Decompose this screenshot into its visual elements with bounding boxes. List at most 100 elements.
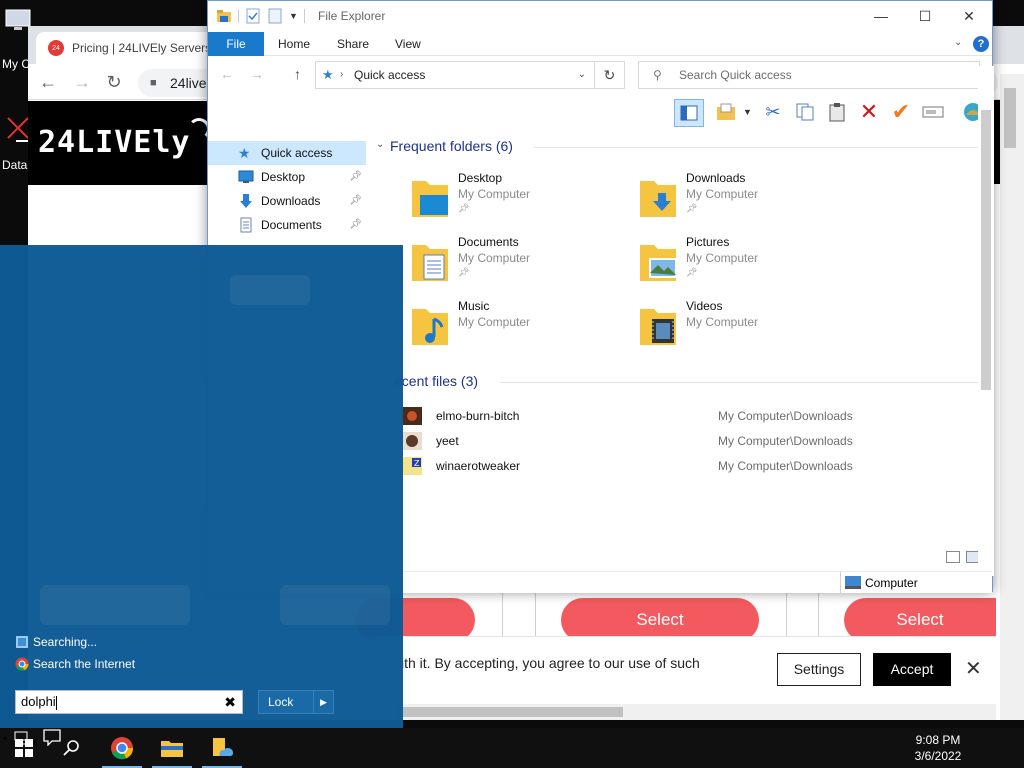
sidebar-item-label: Downloads [261, 194, 321, 208]
file-name: yeet [436, 434, 459, 448]
taskbar-file-explorer[interactable] [148, 728, 196, 768]
content-scrollbar[interactable] [978, 66, 994, 576]
close-button[interactable]: ✕ [946, 5, 992, 27]
address-text: Quick access [354, 68, 426, 82]
check-icon[interactable]: ✔ [888, 99, 914, 125]
collapse-icon[interactable]: ⌄ [376, 139, 384, 150]
file-path: My Computer\Downloads [718, 459, 853, 473]
delete-icon[interactable]: ✕ [856, 99, 882, 125]
help-icon[interactable]: ? [973, 36, 989, 52]
pricing-row: Select Select [355, 592, 996, 642]
sidebar-item-label: Documents [261, 218, 322, 232]
cut-icon[interactable]: ✂ [760, 99, 786, 125]
file-name: elmo-burn-bitch [436, 409, 520, 423]
folder-location: My Computer [458, 251, 531, 265]
scroll-thumb[interactable] [1004, 88, 1016, 148]
search-button[interactable] [48, 728, 96, 768]
cookie-settings-button[interactable]: Settings [777, 653, 861, 686]
rename-icon[interactable] [920, 99, 946, 125]
folder-tile-videos[interactable]: Videos My Computer [638, 299, 858, 359]
cookie-text: ith it. By accepting, you agree to our u… [401, 655, 700, 671]
folder-location: My Computer [686, 251, 759, 265]
recent-file-row[interactable]: elmo-burn-bitch My Computer\Downloads [402, 405, 982, 427]
folder-tile-pictures[interactable]: Pictures My Computer 📌︎ [638, 235, 858, 295]
reload-icon[interactable]: ↻ [104, 72, 124, 92]
copy-icon[interactable] [792, 99, 818, 125]
pictures-folder-icon [640, 245, 677, 281]
chevron-right-icon[interactable]: ▶ [313, 691, 333, 713]
cookie-accept-button[interactable]: Accept [873, 653, 951, 686]
forward-icon[interactable]: → [72, 72, 92, 92]
back-icon[interactable]: ← [220, 66, 234, 82]
scroll-thumb[interactable] [395, 707, 623, 717]
searching-status: Searching... [15, 635, 97, 649]
lock-button[interactable]: Lock ▶ [258, 690, 334, 714]
tab-title: Pricing | 24LIVEly Servers [72, 41, 212, 55]
refresh-button[interactable]: ↻ [594, 61, 625, 89]
taskbar-app[interactable] [198, 728, 246, 768]
site-logo[interactable]: 24LIVEly [28, 101, 210, 185]
folder-location: My Computer [686, 315, 759, 329]
sidebar-item-downloads[interactable]: Downloads 📌︎ [208, 189, 366, 213]
maximize-button[interactable]: ☐ [902, 5, 948, 27]
blurred-content [280, 585, 390, 625]
folder-tile-downloads[interactable]: Downloads My Computer 📌︎ [638, 171, 858, 231]
recent-files-heading[interactable]: ecent files (3) [394, 373, 478, 389]
folder-icon[interactable] [216, 8, 232, 24]
chevron-down-icon[interactable]: ▼ [743, 107, 752, 117]
file-name: winaerotweaker [436, 459, 521, 473]
expand-ribbon-icon[interactable]: ⌄ [954, 37, 962, 48]
chevron-down-icon[interactable]: ⌄ [578, 62, 586, 88]
pin-icon[interactable]: 📌︎ [349, 189, 362, 213]
ribbon-tabs: File Home Share View ⌄ ? [208, 32, 992, 56]
tab-view[interactable]: View [395, 32, 421, 56]
chevron-down-icon[interactable]: ▼ [289, 11, 298, 21]
chrome-tab[interactable]: 24 Pricing | 24LIVEly Servers [36, 32, 222, 64]
search-query: dolphi [21, 694, 56, 709]
search-input[interactable]: ⚲ Search Quick access [638, 61, 980, 89]
chrome-icon [111, 737, 134, 760]
minimize-button[interactable]: — [858, 5, 904, 27]
videos-folder-icon [640, 309, 676, 345]
details-view-icon[interactable] [946, 551, 960, 563]
search-internet-item[interactable]: Search the Internet [15, 657, 135, 671]
paste-icon[interactable] [824, 99, 850, 125]
pin-icon[interactable]: 📌︎ [349, 165, 362, 189]
searching-label: Searching... [33, 635, 98, 649]
tab-share[interactable]: Share [337, 32, 369, 56]
up-icon[interactable]: ↑ [294, 66, 301, 82]
address-bar[interactable]: ★ › Quick access ⌄ [315, 61, 595, 89]
star-icon: ★ [238, 145, 251, 161]
system-clock[interactable]: 9:08 PM 3/6/2022 [908, 732, 968, 764]
scroll-thumb[interactable] [981, 110, 991, 390]
folder-tile-desktop[interactable]: Desktop My Computer 📌︎ [410, 171, 630, 231]
start-search-input[interactable]: dolphi ✖ [15, 690, 243, 714]
frequent-folders-heading[interactable]: Frequent folders (6) [390, 138, 513, 154]
sidebar-item-desktop[interactable]: Desktop 📌︎ [208, 165, 366, 189]
back-icon[interactable]: ← [38, 72, 58, 92]
folder-tile-music[interactable]: Music My Computer [410, 299, 630, 359]
horizontal-scrollbar[interactable] [375, 704, 996, 720]
folder-name: Pictures [686, 235, 730, 249]
folder-tile-documents[interactable]: Documents My Computer 📌︎ [410, 235, 630, 295]
start-button[interactable] [0, 728, 48, 768]
properties-icon[interactable] [245, 8, 261, 24]
layout-button[interactable] [713, 99, 739, 125]
sidebar-item-quick-access[interactable]: ★ Quick access [208, 141, 366, 165]
taskbar-chrome[interactable] [98, 728, 146, 768]
vertical-scrollbar[interactable] [1000, 74, 1024, 720]
tab-home[interactable]: Home [278, 32, 310, 56]
new-folder-icon[interactable] [267, 8, 283, 24]
forward-icon[interactable]: → [250, 66, 264, 82]
recent-file-row[interactable]: yeet My Computer\Downloads [402, 430, 982, 452]
pin-icon[interactable]: 📌︎ [349, 213, 362, 237]
navigation-pane-button[interactable] [674, 99, 704, 127]
file-path: My Computer\Downloads [718, 409, 853, 423]
close-icon[interactable]: ✕ [965, 657, 982, 681]
sidebar-item-documents[interactable]: Documents 📌︎ [208, 213, 366, 237]
clear-icon[interactable]: ✖ [224, 691, 236, 713]
search-icon: ⚲ [653, 68, 662, 82]
recent-file-row[interactable]: Z winaerotweaker My Computer\Downloads [402, 455, 982, 477]
documents-icon [240, 217, 252, 233]
tab-file[interactable]: File [208, 32, 264, 56]
